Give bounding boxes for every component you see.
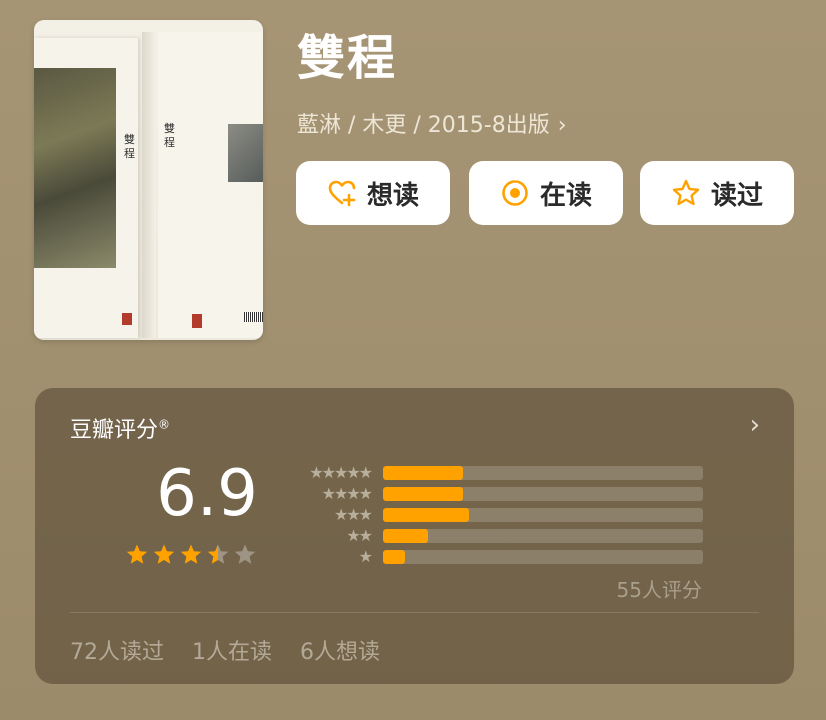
star-icon xyxy=(234,544,256,564)
rating-card[interactable]: 豆瓣评分® › 6.9 ★★★★★ ★★★★ ★★★ ★★ ★ 55人评分 72人读过 … xyxy=(35,388,794,684)
cover-photo xyxy=(228,124,263,182)
reading-label: 在读 xyxy=(539,180,592,211)
distribution-row-2: ★★ xyxy=(291,526,703,545)
rating-stars xyxy=(125,543,257,567)
want-to-read-button[interactable]: 想读 xyxy=(296,161,450,225)
cover-right-title: 雙程 xyxy=(164,122,175,149)
registered-mark: ® xyxy=(158,417,171,432)
chevron-right-icon: › xyxy=(557,113,567,138)
cover-right-book: 雙程 xyxy=(158,32,263,338)
distribution-stars-icon: ★★ xyxy=(346,526,373,545)
book-meta-link[interactable]: 藍淋 / 木更 / 2015-8出版 › xyxy=(297,110,567,142)
cover-seal xyxy=(192,314,202,328)
star-icon xyxy=(180,544,202,564)
star-icon xyxy=(153,544,175,564)
have-read-label: 读过 xyxy=(710,180,763,211)
want-to-read-label: 想读 xyxy=(366,180,419,211)
target-circle-icon xyxy=(502,180,528,206)
distribution-stars-icon: ★★★ xyxy=(333,505,373,524)
reading-count[interactable]: 1人在读 xyxy=(192,634,272,666)
divider xyxy=(70,612,759,613)
rating-header: 豆瓣评分® xyxy=(70,412,170,444)
distribution-row-1: ★ xyxy=(291,547,703,566)
book-meta-text: 藍淋 / 木更 / 2015-8出版 xyxy=(297,113,550,138)
distribution-bar xyxy=(383,529,428,543)
star-outline-icon xyxy=(672,179,700,206)
cover-spine xyxy=(142,32,156,338)
distribution-bar xyxy=(383,550,406,564)
star-icon xyxy=(126,544,148,564)
distribution-track xyxy=(383,466,703,480)
distribution-stars-icon: ★★★★ xyxy=(321,484,373,503)
distribution-stars-icon: ★ xyxy=(358,547,373,566)
cover-left-title: 雙程 xyxy=(124,133,135,160)
distribution-bar xyxy=(383,466,463,480)
distribution-bar xyxy=(383,508,470,522)
book-title: 雙程 xyxy=(297,30,398,86)
cover-seal xyxy=(122,313,132,325)
want-count[interactable]: 6人想读 xyxy=(300,634,380,666)
star-icon xyxy=(207,544,229,564)
chevron-right-icon[interactable]: › xyxy=(750,410,760,440)
distribution-track xyxy=(383,487,703,501)
distribution-row-3: ★★★ xyxy=(291,505,703,524)
distribution-track xyxy=(383,550,703,564)
distribution-row-5: ★★★★★ xyxy=(291,463,703,482)
distribution-row-4: ★★★★ xyxy=(291,484,703,503)
cover-barcode xyxy=(244,312,263,322)
cover-left-book: 雙程 xyxy=(34,38,138,338)
rating-count: 55人评分 xyxy=(616,578,702,602)
heart-plus-icon xyxy=(328,180,356,207)
distribution-track xyxy=(383,508,703,522)
reader-stats: 72人读过 1人在读 6人想读 xyxy=(70,634,380,666)
reading-button[interactable]: 在读 xyxy=(469,161,623,225)
read-count[interactable]: 72人读过 xyxy=(70,634,164,666)
distribution-track xyxy=(383,529,703,543)
rating-header-text: 豆瓣评分 xyxy=(70,418,159,443)
distribution-stars-icon: ★★★★★ xyxy=(309,463,373,482)
have-read-button[interactable]: 读过 xyxy=(640,161,794,225)
rating-score: 6.9 xyxy=(156,457,258,531)
cover-art xyxy=(34,68,116,268)
book-cover[interactable]: 雙程 雙程 xyxy=(34,20,263,340)
distribution-bar xyxy=(383,487,463,501)
